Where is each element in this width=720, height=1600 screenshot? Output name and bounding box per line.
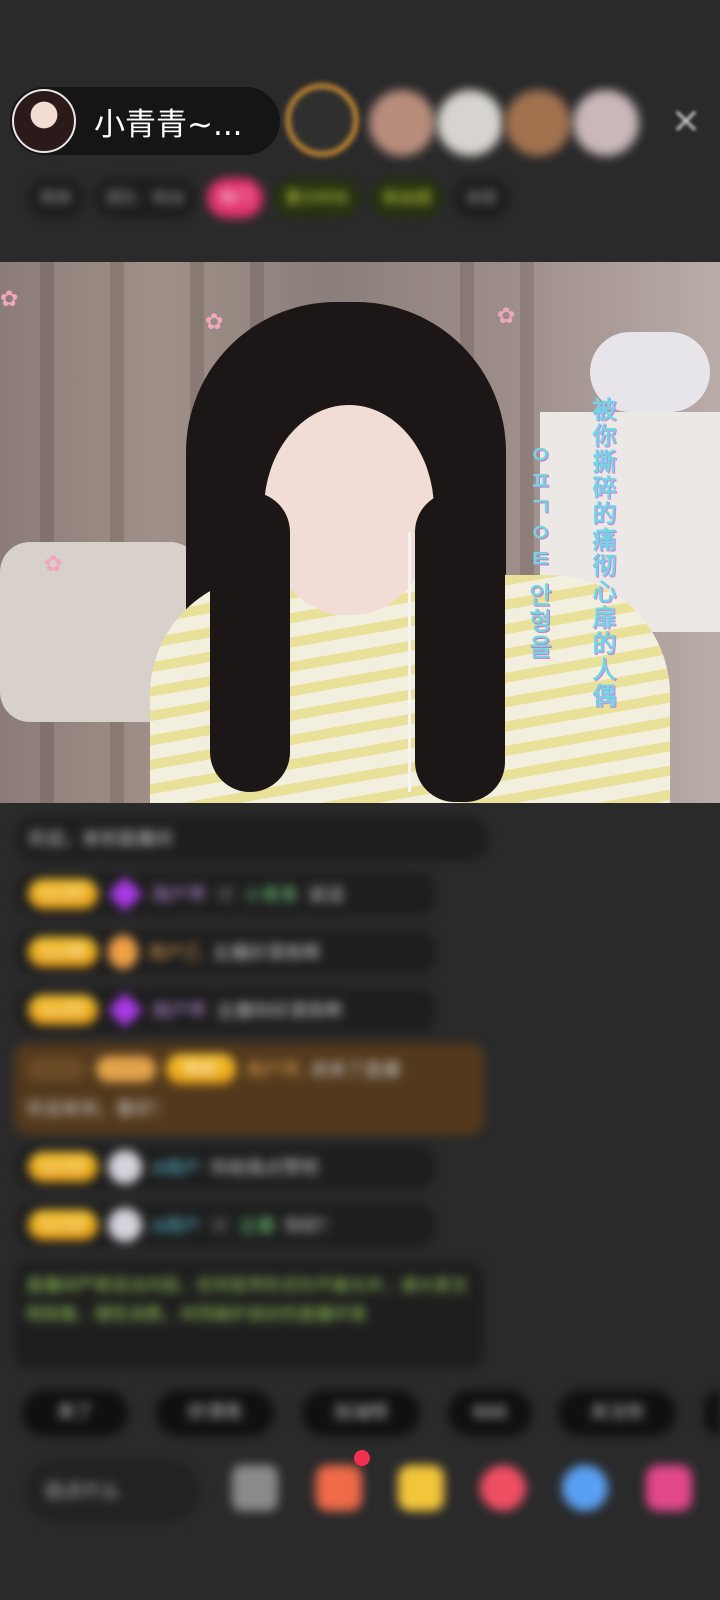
chat-message[interactable]: Lv.12 A用户 你给我点赞吧: [16, 1145, 436, 1189]
host-avatar[interactable]: [12, 89, 76, 153]
game-icon[interactable]: [562, 1465, 608, 1511]
chat-text: 主播你好漂亮啊: [216, 1001, 342, 1022]
chat-message[interactable]: Lv.21 用户甲 主播你好漂亮啊: [16, 988, 436, 1032]
host-profile-pill[interactable]: 小青青~...: [10, 87, 280, 155]
medal-icon: [96, 1056, 156, 1082]
system-notice: 直播间严禁违法内容，任何宣传形式均不被允许，请大家文明观看、理性消费，共同维护良…: [14, 1262, 484, 1368]
info-chip-hot[interactable]: 热门: [207, 178, 264, 218]
badge-icon: [108, 1150, 142, 1184]
quick-reply-button[interactable]: 来了: [22, 1390, 128, 1436]
quick-reply-more[interactable]: [704, 1390, 720, 1436]
quick-reply-button[interactable]: 好漂亮: [156, 1390, 274, 1436]
chat-text: 你好！: [284, 1216, 339, 1237]
info-chip-duration[interactable]: 累计时长: [273, 178, 362, 218]
chat-username[interactable]: A用户: [152, 1212, 200, 1238]
live-video[interactable]: ✿ ✿ ✿ ✿ 被你撕碎的痛彻心扉的人偶 ㅇㅍㄱㅇㅌ 안형을: [0, 262, 720, 803]
chat-separator: 对: [210, 1216, 229, 1237]
fan-club-icon[interactable]: [480, 1465, 526, 1511]
medal-icon: [26, 1057, 86, 1081]
level-badge: Lv.21: [28, 879, 98, 909]
chat-intro-text: 欢迎，来到直播间: [28, 829, 172, 850]
lyric-chinese: 被你撕碎的痛彻心扉的人偶: [588, 397, 616, 709]
info-chip-fans[interactable]: 粉丝团: [371, 178, 444, 218]
notification-dot: [354, 1450, 370, 1466]
gift-icon[interactable]: [646, 1465, 692, 1511]
paw-icon: ✿: [0, 287, 19, 312]
emoji-icon[interactable]: [232, 1465, 278, 1511]
chat-username[interactable]: A用户: [152, 1154, 200, 1180]
chat-username[interactable]: 用户甲: [152, 881, 206, 907]
chat-text: 你给我点赞吧: [210, 1158, 319, 1179]
paw-icon: ✿: [44, 552, 63, 577]
chat-username[interactable]: 用户丙: [246, 1056, 300, 1082]
info-chip-rank[interactable]: 榜单: [28, 178, 85, 218]
chat-input[interactable]: 说点什么: [24, 1460, 200, 1522]
chat-intro: 欢迎，来到直播间: [16, 816, 488, 860]
top-viewer-avatar-2[interactable]: [369, 90, 435, 156]
lyric-korean: ㅇㅍㄱㅇㅌ 안형을: [524, 442, 552, 661]
quick-reply-button[interactable]: 666: [448, 1390, 532, 1436]
chat-separator: 对: [216, 885, 234, 906]
info-chip-intimacy[interactable]: 亲密: [453, 178, 510, 218]
chat-text: 主播好漂亮啊: [212, 943, 320, 964]
close-icon[interactable]: ×: [668, 103, 704, 139]
host-name: 小青青~...: [94, 106, 243, 143]
top-viewer-avatar-3[interactable]: [437, 90, 503, 156]
gift-box-icon[interactable]: [316, 1465, 362, 1511]
level-badge: Lv.21: [28, 995, 98, 1025]
chat-username[interactable]: 用户乙: [148, 939, 202, 965]
badge-icon: [108, 1208, 142, 1242]
diamond-icon: [107, 992, 143, 1028]
level-badge: Lv.12: [28, 1210, 98, 1240]
chat-message[interactable]: Lv.12 A用户 对 主播 你好！: [16, 1203, 436, 1247]
top-viewer-avatar-1[interactable]: [286, 84, 358, 156]
quick-reply-button[interactable]: 关注你: [558, 1390, 676, 1436]
chat-text-line2: 欢迎来到，看好！: [26, 1099, 170, 1120]
level-badge: Lv.12: [28, 1152, 98, 1182]
chat-text: 进来了直播: [310, 1060, 400, 1081]
info-chip-team[interactable]: 团队 · 粉丝: [94, 178, 198, 218]
chat-text: 说话: [308, 885, 344, 906]
chat-message[interactable]: Lv.36 用户乙 主播好漂亮啊: [16, 930, 436, 974]
paw-icon: ✿: [497, 304, 516, 329]
red-packet-icon[interactable]: [398, 1465, 444, 1511]
diamond-icon: [107, 876, 143, 912]
top-viewer-avatar-5[interactable]: [573, 90, 639, 156]
quick-reply-button[interactable]: 加油呀: [302, 1390, 420, 1436]
top-viewer-avatar-4[interactable]: [505, 90, 571, 156]
level-badge: Lv.36: [28, 937, 98, 967]
level-badge: 粉丝: [166, 1054, 236, 1084]
chat-message[interactable]: Lv.21 用户甲 对 小青青 说话: [16, 872, 436, 916]
paw-icon: ✿: [205, 310, 224, 335]
chat-target[interactable]: 主播: [238, 1212, 274, 1238]
badge-icon: [108, 935, 138, 969]
chat-target[interactable]: 小青青: [244, 881, 298, 907]
featured-chat-message[interactable]: 粉丝 用户丙 进来了直播 欢迎来到，看好！: [14, 1043, 484, 1135]
chat-username[interactable]: 用户甲: [152, 997, 206, 1023]
info-row: 榜单 团队 · 粉丝 热门 累计时长 粉丝团 亲密: [28, 174, 700, 222]
